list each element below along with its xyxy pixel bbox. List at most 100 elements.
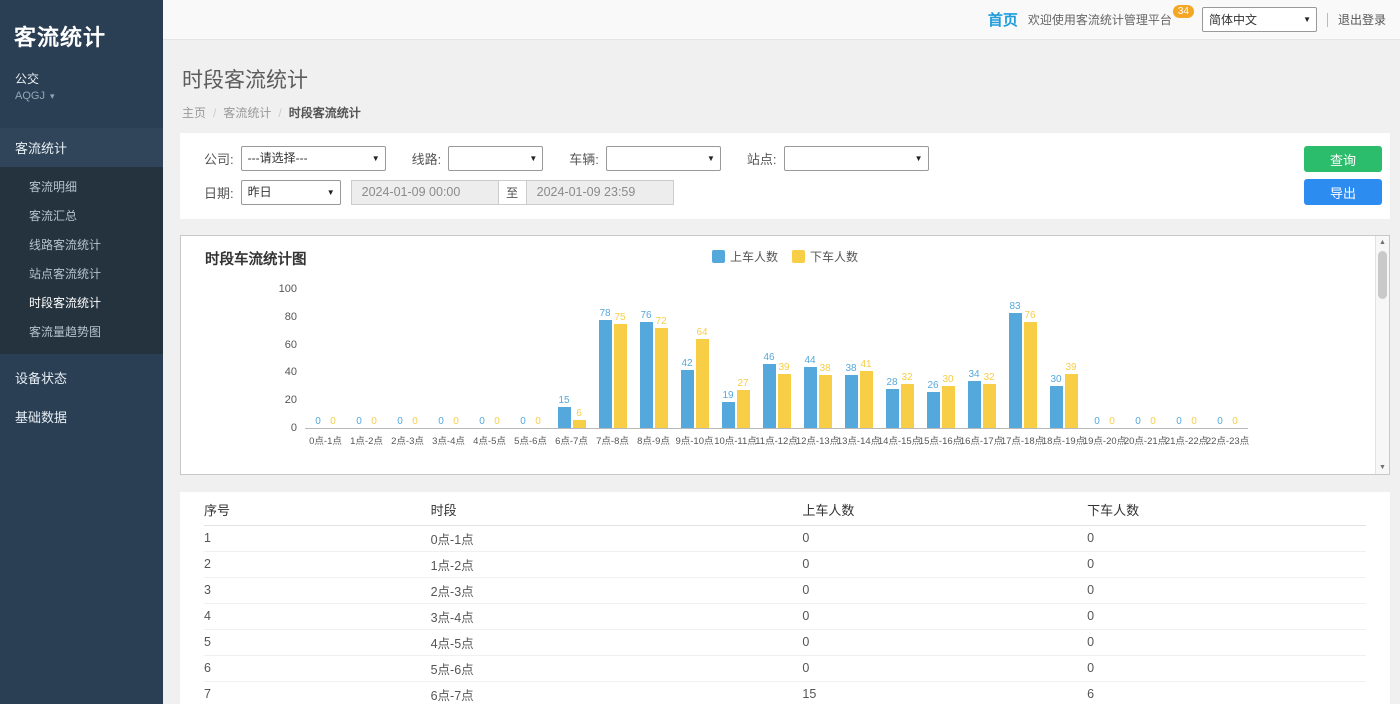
x-axis-label: 1点-2点: [350, 433, 383, 447]
breadcrumb-item: 时段客流统计: [289, 106, 361, 120]
company-select-wrap: ---请选择---: [241, 146, 386, 171]
bar-value-label: 39: [778, 362, 789, 373]
chart-category-group: 463911点-12点: [756, 290, 797, 447]
bar: [983, 384, 996, 428]
table-header-cell: 下车人数: [1087, 494, 1366, 525]
table-header-row: 序号时段上车人数下车人数: [204, 494, 1366, 525]
breadcrumb: 主页/客流统计/时段客流统计: [182, 104, 1390, 121]
home-link[interactable]: 首页: [988, 9, 1018, 30]
bar-value-label: 76: [1024, 310, 1035, 321]
bar: [1065, 374, 1078, 428]
sidebar-item[interactable]: 站点客流统计: [0, 259, 163, 288]
query-button[interactable]: 查询: [1304, 146, 1382, 172]
bar-value-label: 27: [737, 378, 748, 389]
station-select[interactable]: [784, 146, 929, 171]
bar-value-label: 38: [845, 363, 856, 374]
chart-category-group: 192710点-11点: [715, 290, 756, 447]
export-button[interactable]: 导出: [1304, 179, 1382, 205]
table-cell: 7: [204, 681, 431, 704]
line-select[interactable]: [448, 146, 543, 171]
sidebar-item[interactable]: 客流汇总: [0, 201, 163, 230]
language-select[interactable]: 简体中文: [1202, 7, 1317, 32]
chart-category-group: 0022点-23点: [1207, 290, 1248, 447]
table-row: 21点-2点00: [204, 551, 1366, 577]
x-axis-label: 11点-12点: [755, 433, 798, 447]
chart-scrollbar[interactable]: ▲ ▼: [1375, 236, 1389, 474]
vehicle-select[interactable]: [606, 146, 721, 171]
date-from-input[interactable]: [351, 180, 499, 205]
legend-item[interactable]: 下车人数: [792, 248, 858, 265]
breadcrumb-separator: /: [278, 106, 281, 120]
chart-category-group: 1566点-7点: [551, 290, 592, 447]
table-cell: 0: [802, 603, 1087, 629]
date-range-to-label: 至: [499, 180, 526, 205]
notification-badge[interactable]: 34: [1173, 5, 1194, 18]
bar: [681, 370, 694, 428]
filter-panel: 公司: ---请选择--- 线路: 车辆: 站点:: [180, 133, 1390, 219]
sidebar-section-base-data[interactable]: 基础数据: [0, 397, 163, 436]
table-row: 32点-3点00: [204, 577, 1366, 603]
x-axis-label: 9点-10点: [675, 433, 713, 447]
org-selector[interactable]: AQGJ ▾: [0, 87, 163, 102]
bar: [845, 375, 858, 428]
data-table-panel: 序号时段上车人数下车人数 10点-1点0021点-2点0032点-3点0043点…: [180, 492, 1390, 704]
bar-value-label: 0: [397, 416, 403, 427]
bar-value-label: 32: [901, 372, 912, 383]
date-preset-select[interactable]: 昨日: [241, 180, 341, 205]
table-row: 65点-6点00: [204, 655, 1366, 681]
table-cell: 0: [1087, 551, 1366, 577]
filter-row-date: 日期: 昨日 至: [204, 179, 1366, 205]
scroll-down-icon[interactable]: ▼: [1379, 464, 1386, 471]
table-cell: 1点-2点: [431, 551, 803, 577]
bar: [722, 402, 735, 428]
table-row: 10点-1点00: [204, 525, 1366, 551]
line-label: 线路:: [412, 149, 442, 168]
chart-plot: 000点-1点001点-2点002点-3点003点-4点004点-5点005点-…: [305, 290, 1248, 447]
bar: [640, 322, 653, 428]
company-select[interactable]: ---请选择---: [241, 146, 386, 171]
chart-category-group: 001点-2点: [346, 290, 387, 447]
scrollbar-thumb[interactable]: [1378, 251, 1387, 299]
sidebar-item[interactable]: 客流明细: [0, 172, 163, 201]
legend-swatch-icon: [712, 250, 725, 263]
table-cell: 0: [802, 629, 1087, 655]
bar-value-label: 0: [1135, 416, 1141, 427]
y-axis-tick: 60: [285, 339, 297, 351]
vehicle-select-wrap: [606, 146, 721, 171]
line-select-wrap: [448, 146, 543, 171]
bar: [968, 381, 981, 428]
bar-value-label: 0: [412, 416, 418, 427]
x-axis-label: 16点-17点: [960, 433, 1003, 447]
sidebar-section-device-status[interactable]: 设备状态: [0, 358, 163, 397]
sidebar-section-passenger-stats[interactable]: 客流统计: [0, 128, 163, 167]
table-cell: 2点-3点: [431, 577, 803, 603]
table-cell: 6点-7点: [431, 681, 803, 704]
sidebar-item[interactable]: 客流量趋势图: [0, 317, 163, 346]
bar-value-label: 0: [356, 416, 362, 427]
table-header-cell: 上车人数: [802, 494, 1087, 525]
bar-value-label: 0: [1232, 416, 1238, 427]
date-to-input[interactable]: [526, 180, 674, 205]
breadcrumb-item[interactable]: 客流统计: [223, 106, 271, 120]
x-axis-label: 15点-16点: [919, 433, 962, 447]
bar: [886, 389, 899, 428]
bar-value-label: 38: [819, 363, 830, 374]
table-body: 10点-1点0021点-2点0032点-3点0043点-4点0054点-5点00…: [204, 525, 1366, 704]
chart-category-group: 003点-4点: [428, 290, 469, 447]
table-cell: 4: [204, 603, 431, 629]
bar-value-label: 0: [1150, 416, 1156, 427]
table-cell: 6: [204, 655, 431, 681]
table-cell: 0: [802, 577, 1087, 603]
bar: [942, 386, 955, 428]
sidebar-item[interactable]: 时段客流统计: [0, 288, 163, 317]
breadcrumb-item[interactable]: 主页: [182, 106, 206, 120]
x-axis-label: 19点-20点: [1083, 433, 1126, 447]
x-axis-label: 17点-18点: [1001, 433, 1044, 447]
vehicle-label: 车辆:: [569, 149, 599, 168]
chart-panel: 时段车流统计图 上车人数下车人数 020406080100 000点-1点001…: [180, 235, 1390, 475]
logout-link[interactable]: 退出登录: [1338, 11, 1386, 28]
legend-item[interactable]: 上车人数: [712, 248, 778, 265]
x-axis-label: 6点-7点: [555, 433, 588, 447]
scroll-up-icon[interactable]: ▲: [1379, 239, 1386, 246]
sidebar-item[interactable]: 线路客流统计: [0, 230, 163, 259]
